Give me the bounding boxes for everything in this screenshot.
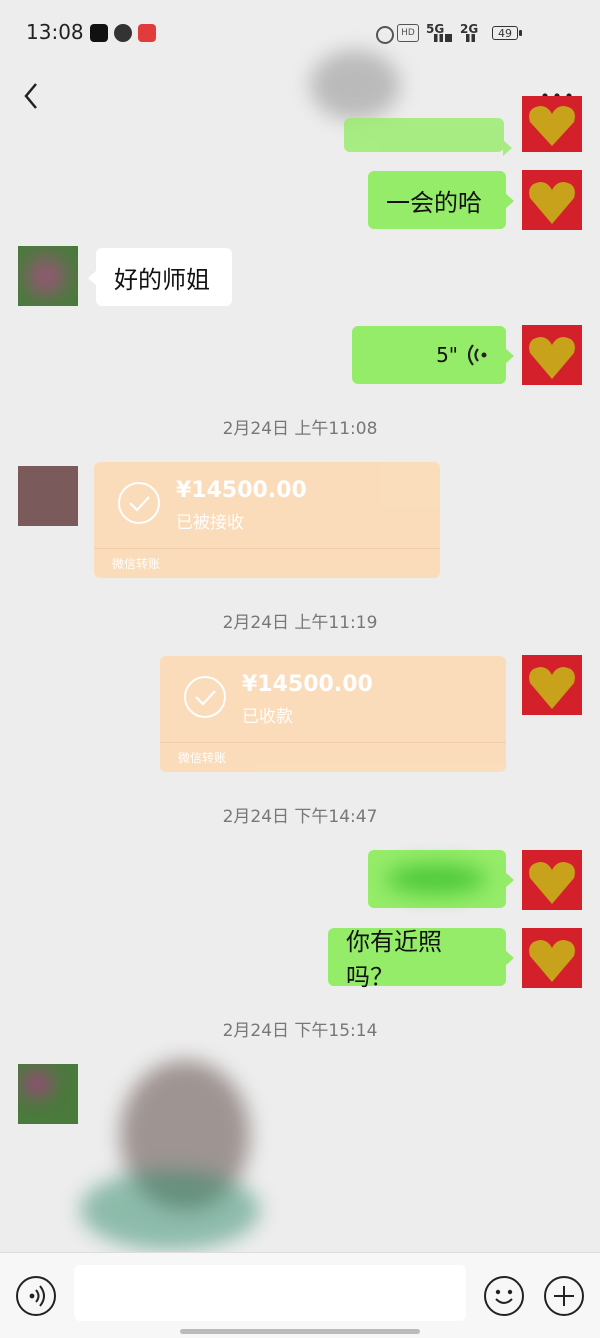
signal-bars-1-icon xyxy=(434,34,452,42)
app-notification-icon xyxy=(138,24,156,42)
transfer-card-sent[interactable]: ¥14500.00 已收款 微信转账 xyxy=(160,656,506,772)
message-text: 你有近照吗？ xyxy=(346,928,442,991)
transfer-brand: 微信转账 xyxy=(94,548,440,578)
message-text: 一会的哈 xyxy=(386,188,482,217)
message-bubble-redacted[interactable] xyxy=(368,850,514,908)
transfer-status: 已收款 xyxy=(242,707,293,727)
my-avatar[interactable] xyxy=(522,96,582,152)
video-app-icon xyxy=(114,24,132,42)
message-bubble-partial[interactable] xyxy=(344,118,512,156)
transfer-amount: ¥14500.00 xyxy=(242,672,373,697)
smiley-icon xyxy=(495,1289,513,1304)
voice-message[interactable]: 5" xyxy=(352,326,514,384)
message-text: 好的师姐 xyxy=(114,265,210,294)
emoji-button[interactable] xyxy=(484,1276,524,1316)
status-bar: 13:08 HD 5G 2G 49 xyxy=(0,0,600,64)
transfer-amount: ¥14500.00 xyxy=(176,478,307,503)
contact-avatar[interactable] xyxy=(18,1064,78,1124)
transfer-brand: 微信转账 xyxy=(160,742,506,772)
my-avatar[interactable] xyxy=(522,325,582,385)
message-bubble-sent[interactable]: 你有近照吗？ xyxy=(328,928,514,991)
my-avatar[interactable] xyxy=(522,655,582,715)
voice-wave-icon xyxy=(468,344,487,366)
check-circle-icon xyxy=(184,676,226,718)
image-message-redacted[interactable] xyxy=(80,1040,270,1250)
back-button[interactable] xyxy=(18,80,50,112)
timestamp: 2月24日 上午11:19 xyxy=(222,613,378,633)
my-avatar[interactable] xyxy=(522,170,582,230)
signal-bars-2-icon xyxy=(466,34,484,42)
hd-icon: HD xyxy=(397,24,419,42)
message-bubble-sent[interactable]: 一会的哈 xyxy=(368,171,514,229)
voice-duration: 5" xyxy=(436,343,458,367)
voice-input-button[interactable] xyxy=(16,1276,56,1316)
home-indicator xyxy=(180,1329,420,1334)
my-avatar[interactable] xyxy=(522,850,582,910)
timestamp: 2月24日 上午11:08 xyxy=(222,419,378,439)
voice-icon xyxy=(29,1285,45,1307)
timestamp: 2月24日 下午15:14 xyxy=(222,1021,378,1041)
capcut-icon xyxy=(90,24,108,42)
contact-name-redacted xyxy=(310,50,400,120)
check-circle-icon xyxy=(118,482,160,524)
message-input[interactable] xyxy=(74,1265,466,1321)
chevron-left-icon xyxy=(24,83,37,109)
contact-avatar[interactable] xyxy=(18,466,78,526)
my-avatar[interactable] xyxy=(522,928,582,988)
timestamp: 2月24日 下午14:47 xyxy=(222,807,378,827)
message-bubble-received[interactable]: 好的师姐 xyxy=(88,248,232,306)
contact-avatar[interactable] xyxy=(18,246,78,306)
status-time: 13:08 xyxy=(26,20,84,44)
plus-icon xyxy=(554,1286,574,1306)
transfer-card-received[interactable]: ¥14500.00 已被接收 微信转账 xyxy=(94,462,440,578)
alarm-icon xyxy=(376,26,394,44)
battery-indicator: 49 xyxy=(492,26,522,40)
more-actions-button[interactable] xyxy=(544,1276,584,1316)
transfer-status: 已被接收 xyxy=(176,513,244,533)
